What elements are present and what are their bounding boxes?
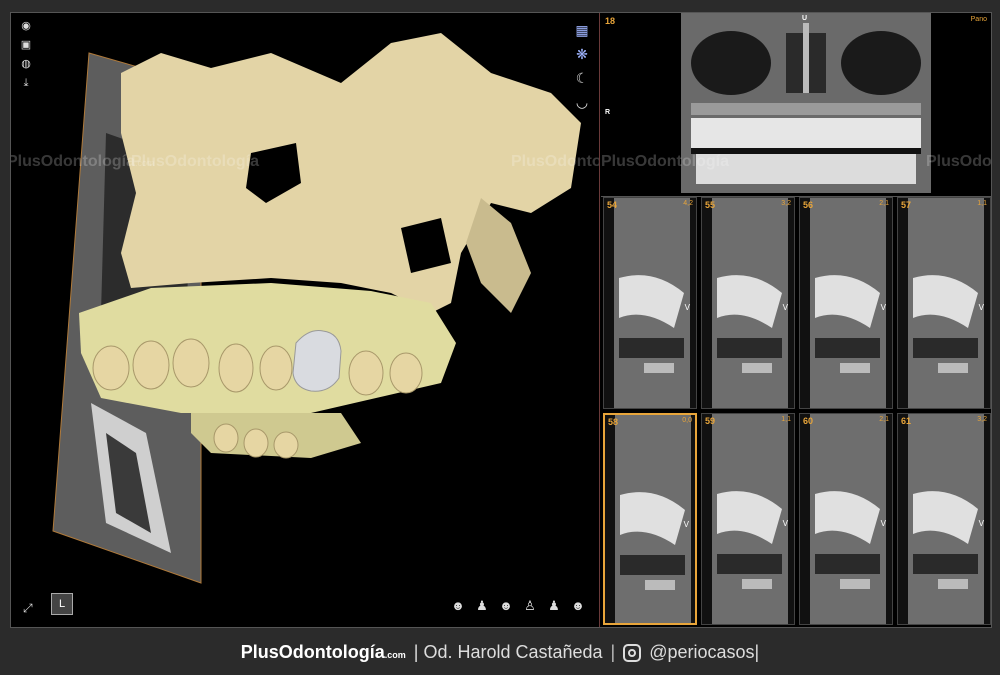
- moon-icon[interactable]: ☾: [573, 69, 591, 87]
- footer-handle: @periocasos|: [649, 642, 760, 662]
- panoramic-view[interactable]: PlusOdontología PlusOdontología 18 Pano …: [601, 13, 991, 197]
- download-icon[interactable]: ⤓: [19, 76, 33, 90]
- orientation-cube[interactable]: L: [51, 593, 73, 615]
- cross-section-number: 55: [705, 200, 716, 210]
- watermark-center: PlusOdontología: [131, 153, 259, 170]
- cross-section-number: 61: [901, 416, 912, 426]
- cross-section-number: 60: [803, 416, 814, 426]
- cross-section-60[interactable]: 60 2,1 V: [799, 413, 893, 625]
- head-view-left-icon[interactable]: ☻: [497, 597, 515, 615]
- watermark-pano-right: PlusOdontología: [926, 153, 991, 170]
- cross-section-image: [712, 414, 788, 624]
- upper-teeth: [691, 118, 921, 148]
- cross-section-side: V: [880, 303, 886, 312]
- cross-section-side: V: [782, 519, 788, 528]
- cross-section-number: 56: [803, 200, 814, 210]
- orbit-left: [691, 31, 771, 95]
- cross-section-value: 0,0: [682, 417, 692, 424]
- cross-section-image: [712, 198, 788, 408]
- cross-section-58[interactable]: 58 0,0 V: [603, 413, 697, 625]
- zygomatic-arch: [466, 198, 531, 313]
- head-view-top-icon[interactable]: ♙: [521, 597, 539, 615]
- cross-section-value: 1,1: [977, 200, 987, 207]
- orbit-right: [841, 31, 921, 95]
- cross-section-value: 1,1: [781, 416, 791, 423]
- cross-section-side: V: [978, 303, 984, 312]
- footer-author: | Od. Harold Castañeda: [413, 642, 603, 662]
- cross-section-image: [908, 198, 984, 408]
- instagram-icon: [623, 643, 642, 662]
- cross-section-number: 54: [607, 200, 618, 210]
- cross-section-number: 57: [901, 200, 912, 210]
- cross-section-59[interactable]: 59 1,1 V: [701, 413, 795, 625]
- watermark-right: PlusOdontología: [511, 153, 599, 170]
- image-icon[interactable]: ▣: [19, 38, 33, 52]
- left-toolbar: ◉ ▣ ◍ ⤓: [19, 19, 33, 90]
- cross-section-56[interactable]: 56 2,1 V: [799, 197, 893, 409]
- 3d-view[interactable]: PlusOdontología.com PlusOdontología Plus…: [11, 13, 600, 627]
- cross-section-side: V: [683, 520, 689, 529]
- credit-footer: PlusOdontología.com | Od. Harold Castañe…: [0, 630, 1000, 675]
- cross-section-image: [810, 414, 886, 624]
- globe-icon[interactable]: ◍: [19, 57, 33, 71]
- footer-separator: |: [610, 642, 616, 662]
- pano-label: Pano: [970, 16, 987, 23]
- dental-arch: [79, 283, 456, 413]
- head-view-bottom-icon[interactable]: ♟: [545, 597, 563, 615]
- cross-section-image: [908, 414, 984, 624]
- render-toolbar: ▦ ❋ ☾ ◡: [573, 21, 591, 111]
- cross-section-value: 2,1: [879, 200, 889, 207]
- grid-cube-icon[interactable]: ▦: [573, 21, 591, 39]
- cross-section-side: V: [684, 303, 690, 312]
- cross-section-61[interactable]: 61 3,2 V: [897, 413, 991, 625]
- head-view-right-icon[interactable]: ☻: [569, 597, 587, 615]
- head-view-front-icon[interactable]: ☻: [449, 597, 467, 615]
- watermark-pano-left: PlusOdontología: [601, 153, 729, 170]
- cross-section-value: 2,1: [879, 416, 889, 423]
- bowl-icon[interactable]: ◡: [573, 93, 591, 111]
- sinus-floor: [691, 103, 921, 115]
- head-view-back-icon[interactable]: ♟: [473, 597, 491, 615]
- cross-section-value: 3,2: [977, 416, 987, 423]
- camera-icon[interactable]: ◉: [19, 19, 33, 33]
- 3d-render[interactable]: [11, 13, 599, 627]
- cross-section-57[interactable]: 57 1,1 V: [897, 197, 991, 409]
- skull-render-icon[interactable]: ❋: [573, 45, 591, 63]
- cross-section-value: 3,2: [781, 200, 791, 207]
- viewer-frame: PlusOdontología.com PlusOdontología Plus…: [10, 12, 992, 628]
- cross-section-side: V: [782, 303, 788, 312]
- lower-teeth: [696, 154, 916, 184]
- cross-section-value: 4,2: [683, 200, 693, 207]
- cross-section-grid: 54 4,2 V 55 3,2 V 56 2,1 V 57 1,1 V 58 0…: [601, 197, 991, 627]
- pointer-tool-icon[interactable]: ⤢: [23, 601, 33, 616]
- cross-section-number: 59: [705, 416, 716, 426]
- cross-section-image: [614, 198, 690, 408]
- cross-section-55[interactable]: 55 3,2 V: [701, 197, 795, 409]
- cross-section-side: V: [978, 519, 984, 528]
- nasal-septum: [803, 23, 809, 93]
- virtual-crown: [292, 330, 342, 392]
- footer-brand: PlusOdontología.com: [240, 642, 406, 662]
- cross-section-number: 58: [608, 417, 619, 427]
- cross-section-54[interactable]: 54 4,2 V: [603, 197, 697, 409]
- pano-top-marker: U: [802, 15, 808, 22]
- view-orientation-toolbar: ☻ ♟ ☻ ♙ ♟ ☻: [449, 597, 587, 615]
- cross-section-image: [810, 198, 886, 408]
- pano-side-marker: R: [605, 109, 611, 116]
- cross-section-side: V: [880, 519, 886, 528]
- pano-slice-number: 18: [605, 16, 616, 26]
